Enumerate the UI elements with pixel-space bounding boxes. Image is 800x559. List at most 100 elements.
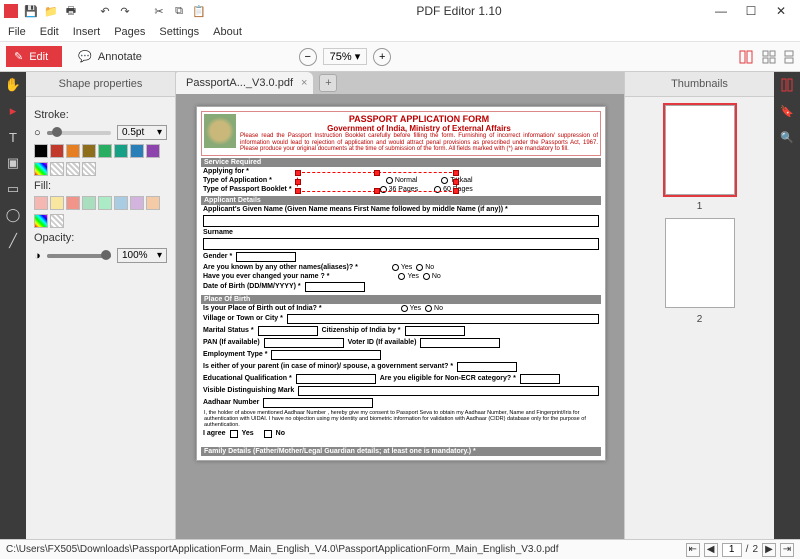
opt-tatkaal[interactable]: Tatkaal <box>441 177 472 184</box>
voter-field[interactable] <box>420 338 500 348</box>
fill-swatch[interactable] <box>146 196 160 210</box>
menu-about[interactable]: About <box>213 26 242 38</box>
opacity-slider[interactable] <box>47 254 111 258</box>
stroke-swatch[interactable] <box>130 144 144 158</box>
page-viewport[interactable]: PASSPORT APPLICATION FORM Government of … <box>176 94 624 539</box>
prev-page-button[interactable]: ◀ <box>704 543 718 557</box>
opt-60pages[interactable]: 60 Pages <box>434 186 473 193</box>
stroke-slider[interactable] <box>47 131 111 135</box>
search-tab-icon[interactable]: 🔍 <box>774 124 800 150</box>
add-tab-button[interactable]: + <box>319 74 337 92</box>
copy-icon[interactable]: ⧉ <box>172 4 186 18</box>
agree-no-checkbox[interactable] <box>264 430 272 438</box>
stroke-none2[interactable] <box>66 162 80 176</box>
stroke-swatch[interactable] <box>50 144 64 158</box>
pan-field[interactable] <box>264 338 344 348</box>
given-name-field[interactable] <box>203 215 599 227</box>
opacity-value-select[interactable]: 100%▾ <box>117 248 167 263</box>
next-page-button[interactable]: ▶ <box>762 543 776 557</box>
close-button[interactable]: ✕ <box>772 4 790 18</box>
fill-swatch[interactable] <box>66 196 80 210</box>
agree-yes-checkbox[interactable] <box>230 430 238 438</box>
dob-field[interactable] <box>305 282 365 292</box>
page-layout-continuous-icon[interactable] <box>784 50 794 64</box>
maximize-button[interactable]: ☐ <box>742 4 760 18</box>
aliases-no[interactable]: No <box>416 264 434 271</box>
marital-field[interactable] <box>258 326 318 336</box>
ellipse-tool[interactable]: ◯ <box>0 202 26 228</box>
gender-field[interactable] <box>236 252 296 262</box>
hand-tool[interactable]: ✋ <box>0 72 26 98</box>
changed-yes[interactable]: Yes <box>398 273 418 280</box>
zoom-in-button[interactable]: + <box>373 48 391 66</box>
document-tab[interactable]: PassportA..._V3.0.pdf × <box>176 72 313 94</box>
fill-custom-color[interactable] <box>34 214 48 228</box>
page-layout-grid-icon[interactable] <box>762 50 776 64</box>
opt-36pages[interactable]: 36 Pages <box>380 186 419 193</box>
stroke-none3[interactable] <box>82 162 96 176</box>
cut-icon[interactable]: ✂ <box>152 4 166 18</box>
pdf-page[interactable]: PASSPORT APPLICATION FORM Government of … <box>196 106 606 461</box>
select-tool[interactable]: ▸ <box>0 98 26 124</box>
fill-swatch[interactable] <box>114 196 128 210</box>
zoom-value[interactable]: 75% ▾ <box>323 48 368 65</box>
non-ecr-field[interactable] <box>520 374 560 384</box>
citizenship-field[interactable] <box>405 326 465 336</box>
menu-insert[interactable]: Insert <box>73 26 101 38</box>
rect-tool[interactable]: ▭ <box>0 176 26 202</box>
pob-no[interactable]: No <box>425 305 443 312</box>
stroke-swatch[interactable] <box>34 144 48 158</box>
print-icon[interactable]: 🖶 <box>64 4 78 18</box>
stroke-value-select[interactable]: 0.5pt▾ <box>117 125 167 140</box>
stroke-swatch[interactable] <box>146 144 160 158</box>
edit-mode-button[interactable]: ✎ Edit <box>6 46 62 67</box>
thumbnail-page-2[interactable] <box>665 218 735 308</box>
stroke-none[interactable] <box>50 162 64 176</box>
annotate-mode-button[interactable]: 💬 Annotate <box>68 46 152 67</box>
thumbnails-tab-icon[interactable] <box>774 72 800 98</box>
tab-close-icon[interactable]: × <box>301 77 307 89</box>
page-layout-single-icon[interactable] <box>738 50 754 64</box>
fill-swatch[interactable] <box>34 196 48 210</box>
last-page-button[interactable]: ⇥ <box>780 543 794 557</box>
fill-swatch[interactable] <box>98 196 112 210</box>
stroke-custom-color[interactable] <box>34 162 48 176</box>
menu-settings[interactable]: Settings <box>159 26 199 38</box>
menu-edit[interactable]: Edit <box>40 26 59 38</box>
village-field[interactable] <box>287 314 599 324</box>
undo-icon[interactable]: ↶ <box>98 4 112 18</box>
stroke-swatch[interactable] <box>82 144 96 158</box>
surname-field[interactable] <box>203 238 599 250</box>
bookmarks-tab-icon[interactable]: 🔖 <box>774 98 800 124</box>
stroke-swatch[interactable] <box>114 144 128 158</box>
stroke-swatch[interactable] <box>66 144 80 158</box>
menu-file[interactable]: File <box>8 26 26 38</box>
zoom-out-button[interactable]: − <box>299 48 317 66</box>
fill-swatch[interactable] <box>130 196 144 210</box>
thumbnail-page-1[interactable] <box>665 105 735 195</box>
paste-icon[interactable]: 📋 <box>192 4 206 18</box>
aliases-yes[interactable]: Yes <box>392 264 412 271</box>
fill-none[interactable] <box>50 214 64 228</box>
minimize-button[interactable]: — <box>712 4 730 18</box>
changed-no[interactable]: No <box>423 273 441 280</box>
line-tool[interactable]: ╱ <box>0 228 26 254</box>
aadhaar-field[interactable] <box>263 398 373 408</box>
open-icon[interactable]: 📁 <box>44 4 58 18</box>
fill-swatch[interactable] <box>82 196 96 210</box>
first-page-button[interactable]: ⇤ <box>686 543 700 557</box>
pob-yes[interactable]: Yes <box>401 305 421 312</box>
opt-normal[interactable]: Normal <box>386 177 418 184</box>
menu-pages[interactable]: Pages <box>114 26 145 38</box>
save-icon[interactable]: 💾 <box>24 4 38 18</box>
redo-icon[interactable]: ↷ <box>118 4 132 18</box>
employment-field[interactable] <box>271 350 381 360</box>
page-input[interactable] <box>722 543 742 557</box>
fill-swatch[interactable] <box>50 196 64 210</box>
image-tool[interactable]: ▣ <box>0 150 26 176</box>
edu-field[interactable] <box>296 374 376 384</box>
marks-field[interactable] <box>298 386 599 396</box>
stroke-swatch[interactable] <box>98 144 112 158</box>
text-tool[interactable]: T <box>0 124 26 150</box>
parent-govt-field[interactable] <box>457 362 517 372</box>
